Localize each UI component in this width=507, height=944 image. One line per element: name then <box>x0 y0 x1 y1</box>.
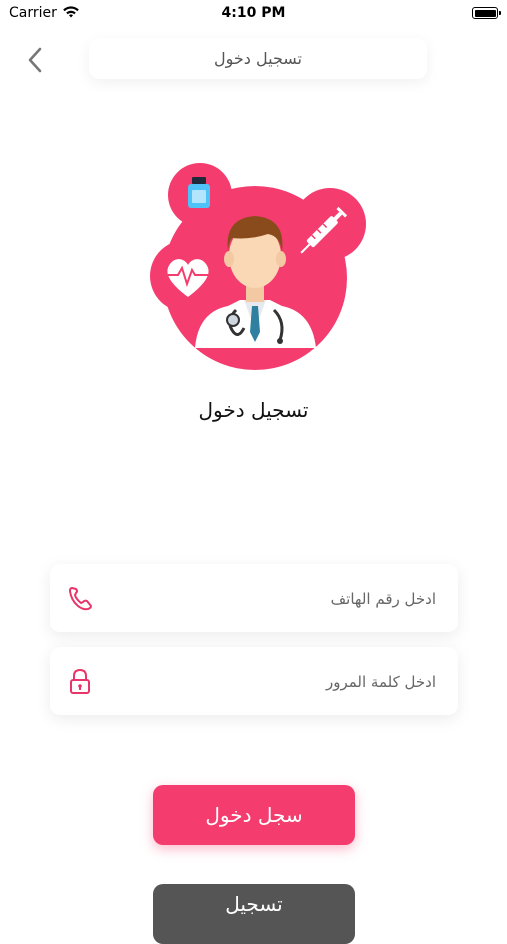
nav-title-bar: تسجيل دخول <box>89 38 427 79</box>
battery-icon <box>472 7 501 19</box>
status-time: 4:10 PM <box>221 5 286 21</box>
phone-field[interactable] <box>50 564 458 634</box>
phone-icon <box>69 587 92 611</box>
lock-icon <box>70 668 90 694</box>
phone-input[interactable] <box>110 564 438 634</box>
nav-title: تسجيل دخول <box>214 49 302 68</box>
login-button[interactable]: سجل دخول <box>153 785 355 845</box>
doctor-illustration <box>150 163 366 370</box>
password-field[interactable] <box>50 647 458 717</box>
password-input[interactable] <box>110 647 438 717</box>
page-title: تسجيل دخول <box>198 398 309 422</box>
register-button[interactable]: تسجيل <box>153 884 355 944</box>
status-bar: Carrier 4:10 PM <box>0 0 507 28</box>
chevron-left-icon[interactable] <box>22 44 50 76</box>
